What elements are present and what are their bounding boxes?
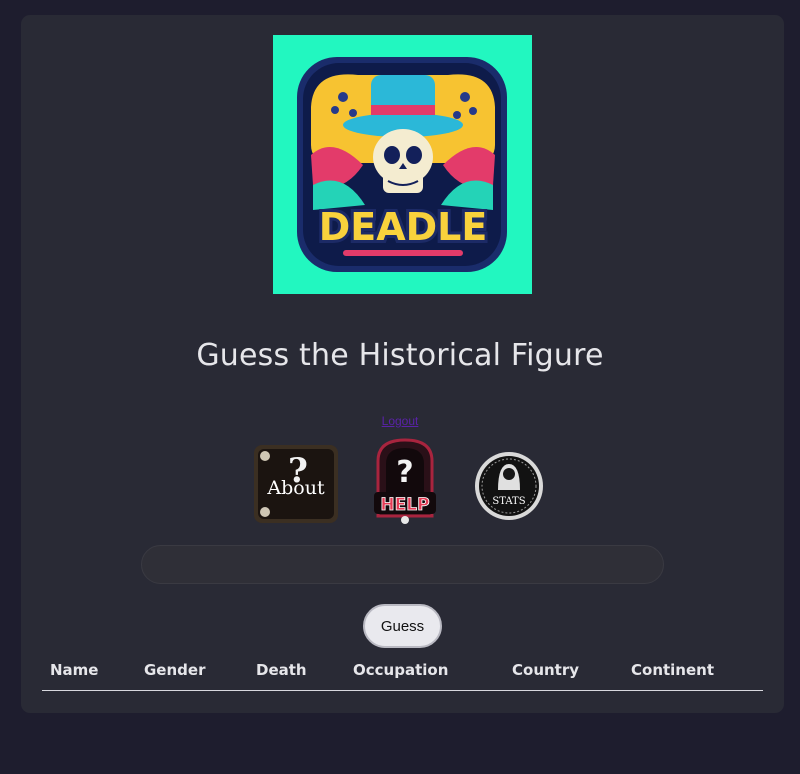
column-header-death: Death: [256, 661, 307, 679]
results-table-header: Name Gender Death Occupation Country Con…: [42, 660, 763, 691]
stats-button[interactable]: STATS: [472, 450, 547, 522]
column-header-occupation: Occupation: [353, 661, 449, 679]
help-question-icon: ? HELP: [374, 438, 436, 524]
svg-text:HELP: HELP: [380, 495, 429, 515]
column-header-name: Name: [50, 661, 99, 679]
guess-button[interactable]: Guess: [363, 604, 442, 648]
guess-input[interactable]: [141, 545, 664, 584]
svg-text:DEADLE: DEADLE: [319, 205, 488, 249]
logout-link[interactable]: Logout: [382, 414, 419, 428]
logout-link-container: Logout: [0, 414, 800, 428]
skull-gamepad-logo-icon: DEADLE DEADLE: [297, 57, 507, 272]
deadle-logo: DEADLE DEADLE: [273, 35, 532, 294]
help-button[interactable]: ? HELP: [372, 436, 438, 526]
reaper-stats-icon: STATS: [475, 452, 543, 520]
about-question-icon: ? About: [254, 445, 338, 523]
svg-text:About: About: [266, 477, 325, 499]
svg-text:STATS: STATS: [492, 496, 525, 507]
about-button[interactable]: ? About: [253, 444, 339, 524]
column-header-country: Country: [512, 661, 580, 679]
column-header-continent: Continent: [631, 661, 715, 679]
svg-text:?: ?: [396, 455, 413, 490]
column-header-gender: Gender: [144, 661, 206, 679]
page-title: Guess the Historical Figure: [196, 338, 604, 373]
